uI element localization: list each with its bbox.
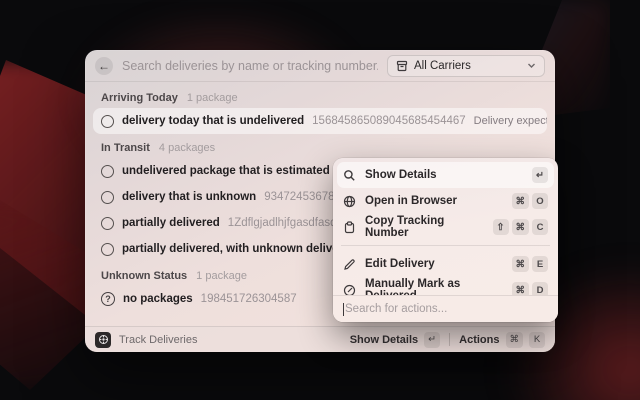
globe-icon bbox=[343, 195, 356, 208]
delivery-title: undelivered package that is estimated ah… bbox=[122, 165, 366, 177]
section-count: 4 packages bbox=[159, 142, 215, 154]
delivery-title: delivery that is unknown bbox=[122, 191, 256, 203]
section-count: 1 package bbox=[196, 270, 247, 282]
question-circle-icon: ? bbox=[101, 292, 115, 306]
actions-search-input[interactable] bbox=[345, 303, 548, 315]
search-input[interactable] bbox=[122, 59, 378, 73]
tracking-number: 1Zdflgjadlhjfgasdfasdf bbox=[228, 217, 340, 229]
delivery-title: delivery today that is undelivered bbox=[122, 115, 304, 127]
menu-item-open-in-browser[interactable]: Open in Browser ⌘ O bbox=[337, 188, 554, 214]
section-arriving-today: Arriving Today 1 package bbox=[93, 84, 547, 108]
delivery-eta: Delivery expected today bbox=[474, 115, 547, 127]
section-in-transit: In Transit 4 packages bbox=[93, 134, 547, 158]
menu-item-label: Show Details bbox=[365, 169, 437, 181]
e-key-badge: E bbox=[532, 256, 548, 272]
tracking-number: 156845865089045685454467 bbox=[312, 115, 466, 127]
list-item-delivery-today[interactable]: delivery today that is undelivered 15684… bbox=[93, 108, 547, 134]
actions-button[interactable]: Actions bbox=[459, 334, 499, 346]
actions-menu: Show Details ↵ Open in Browser ⌘ O bbox=[333, 158, 558, 322]
actions-search-field[interactable] bbox=[333, 295, 558, 322]
magnifier-icon bbox=[343, 169, 356, 182]
return-key-badge: ↵ bbox=[532, 167, 548, 183]
o-key-badge: O bbox=[532, 193, 548, 209]
pencil-icon bbox=[343, 258, 356, 271]
window-header: ← All Carriers bbox=[85, 50, 555, 82]
carrier-filter-dropdown[interactable]: All Carriers bbox=[387, 55, 545, 77]
command-key-badge: ⌘ bbox=[506, 332, 524, 348]
command-key-badge: ⌘ bbox=[512, 219, 530, 235]
progress-circle-icon bbox=[101, 115, 114, 128]
carrier-filter-value: All Carriers bbox=[414, 60, 471, 72]
section-title: Unknown Status bbox=[101, 270, 187, 282]
menu-item-label: Edit Delivery bbox=[365, 258, 435, 270]
desktop: ← All Carriers bbox=[0, 0, 640, 400]
status-bar: Track Deliveries Show Details ↵ Actions … bbox=[85, 326, 555, 352]
section-count: 1 package bbox=[187, 92, 238, 104]
k-key-badge: K bbox=[529, 332, 545, 348]
progress-circle-icon bbox=[101, 217, 114, 230]
extension-icon bbox=[95, 332, 111, 348]
section-title: Arriving Today bbox=[101, 92, 178, 104]
tracking-number: 198451726304587 bbox=[201, 293, 297, 305]
back-button[interactable]: ← bbox=[95, 57, 113, 75]
menu-item-show-details[interactable]: Show Details ↵ bbox=[337, 162, 554, 188]
divider bbox=[449, 333, 450, 346]
menu-item-copy-tracking-number[interactable]: Copy Tracking Number ⇧ ⌘ C bbox=[337, 214, 554, 240]
app-name: Track Deliveries bbox=[119, 334, 197, 346]
delivery-title: partially delivered bbox=[122, 217, 220, 229]
package-box-icon bbox=[396, 60, 408, 72]
text-caret bbox=[343, 303, 344, 316]
c-key-badge: C bbox=[532, 219, 548, 235]
command-key-badge: ⌘ bbox=[512, 256, 530, 272]
menu-item-label: Open in Browser bbox=[365, 195, 457, 207]
progress-circle-icon bbox=[101, 191, 114, 204]
return-key-badge: ↵ bbox=[424, 332, 440, 348]
command-key-badge: ⌘ bbox=[512, 193, 530, 209]
section-title: In Transit bbox=[101, 142, 150, 154]
chevron-down-icon bbox=[527, 61, 536, 70]
primary-action-button[interactable]: Show Details bbox=[350, 334, 418, 346]
menu-divider bbox=[341, 245, 550, 246]
shift-key-badge: ⇧ bbox=[493, 219, 509, 235]
menu-item-edit-delivery[interactable]: Edit Delivery ⌘ E bbox=[337, 251, 554, 277]
menu-item-label: Copy Tracking Number bbox=[365, 215, 484, 239]
back-arrow-icon: ← bbox=[98, 60, 110, 72]
actions-menu-list: Show Details ↵ Open in Browser ⌘ O bbox=[333, 158, 558, 303]
progress-circle-icon bbox=[101, 243, 114, 256]
clipboard-icon bbox=[343, 221, 356, 234]
delivery-title: no packages bbox=[123, 293, 193, 305]
progress-circle-icon bbox=[101, 165, 114, 178]
